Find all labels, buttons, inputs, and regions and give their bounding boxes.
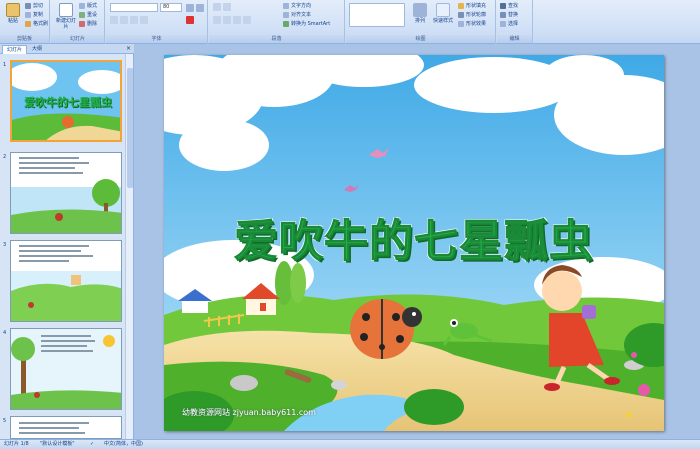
- paste-icon: [6, 3, 20, 17]
- slide-number: 1: [3, 62, 7, 68]
- theme-name: "默认设计模板": [40, 441, 75, 447]
- align-center-icon[interactable]: [223, 16, 231, 24]
- slide-thumbnail-3[interactable]: [10, 240, 122, 322]
- smartart-button[interactable]: 转换为 SmartArt: [283, 20, 330, 29]
- editing-group-label: 编辑: [497, 35, 532, 43]
- slide-thumbnail-1[interactable]: 爱吹牛的七星瓢虫: [10, 60, 122, 142]
- slide-thumbnail-4-image: [11, 329, 121, 409]
- bold-icon[interactable]: [110, 16, 118, 24]
- copy-button[interactable]: 复制: [25, 11, 43, 20]
- find-button[interactable]: 查找: [500, 2, 518, 11]
- slide-editor: 爱吹牛的七星瓢虫 幼教资源网站 zjyuan.baby611.com: [135, 44, 700, 439]
- reset-icon: [79, 11, 85, 18]
- paste-button[interactable]: 粘贴: [2, 2, 24, 34]
- reset-button[interactable]: 重设: [79, 11, 97, 20]
- font-family-dropdown[interactable]: [110, 3, 158, 12]
- slides-group: 新建幻灯片 版式 重设 删除 幻灯片: [51, 0, 105, 44]
- editing-group: 查找 替换 选择 编辑: [497, 0, 533, 44]
- text-direction-button[interactable]: 文字方向: [283, 2, 311, 11]
- font-size-dropdown[interactable]: 80: [160, 3, 182, 12]
- slide-number: 3: [3, 242, 7, 248]
- align-left-icon[interactable]: [213, 16, 221, 24]
- new-slide-button[interactable]: 新建幻灯片: [55, 2, 77, 34]
- font-color-icon[interactable]: [186, 16, 194, 24]
- underline-icon[interactable]: [130, 16, 138, 24]
- format-painter-button[interactable]: 格式刷: [25, 20, 48, 29]
- slide-number: 2: [3, 154, 7, 160]
- font-group: 80 字体: [106, 0, 208, 44]
- slide-thumbnail-4[interactable]: [10, 328, 122, 410]
- status-bar: 幻灯片 1/8 "默认设计模板" ✓ 中文(简体，中国): [0, 439, 700, 449]
- slide-thumbnail-3-image: [11, 241, 121, 321]
- clipboard-group-label: 剪贴板: [0, 35, 49, 43]
- numbering-icon[interactable]: [223, 3, 231, 11]
- scrollbar-thumb[interactable]: [127, 68, 133, 188]
- slide-thumbnail-2[interactable]: [10, 152, 122, 234]
- thumb-title: 爱吹牛的七星瓢虫: [24, 96, 112, 109]
- slide-number: 5: [3, 418, 7, 424]
- ribbon: 粘贴 剪切 复制 格式刷 剪贴板 新建幻灯片 版式 重设 删除 幻灯片 80 字…: [0, 0, 700, 44]
- slides-panel: 幻灯片 大纲 × 1 爱吹牛的七星瓢虫 2 3 4 5: [0, 44, 134, 439]
- slide-number: 4: [3, 330, 7, 336]
- close-icon[interactable]: ×: [126, 45, 131, 52]
- binoculars-icon: [500, 2, 506, 9]
- layout-icon: [79, 2, 85, 9]
- align-right-icon[interactable]: [233, 16, 241, 24]
- watermark-text: 幼教资源网站 zjyuan.baby611.com: [182, 408, 316, 417]
- slide-thumbnail-2-image: [11, 153, 121, 233]
- paragraph-group: 文字方向 对齐文本 转换为 SmartArt 段落: [209, 0, 345, 44]
- new-slide-icon: [59, 3, 73, 17]
- clipboard-group: 粘贴 剪切 复制 格式刷 剪贴板: [0, 0, 50, 44]
- effects-icon: [458, 20, 464, 27]
- replace-button[interactable]: 替换: [500, 11, 518, 20]
- font-group-label: 字体: [106, 35, 207, 43]
- scissors-icon: [25, 2, 31, 9]
- shape-effects-button[interactable]: 形状效果: [458, 20, 486, 29]
- language-indicator[interactable]: 中文(简体，中国): [104, 440, 143, 449]
- drawing-group-label: 绘图: [346, 35, 495, 43]
- fill-icon: [458, 2, 464, 9]
- select-icon: [500, 20, 506, 27]
- strikethrough-icon[interactable]: [140, 16, 148, 24]
- shape-fill-button[interactable]: 形状填充: [458, 2, 486, 11]
- grow-font-icon[interactable]: [186, 4, 194, 12]
- tab-slides[interactable]: 幻灯片: [2, 45, 28, 54]
- delete-icon: [79, 20, 85, 27]
- brush-icon: [25, 20, 31, 27]
- text-direction-icon: [283, 2, 289, 9]
- arrange-button[interactable]: 排列: [409, 2, 431, 34]
- slide-thumbnail-5[interactable]: [10, 416, 122, 439]
- spellcheck-icon[interactable]: ✓: [90, 440, 94, 449]
- drawing-group: 排列 快速样式 形状填充 形状轮廓 形状效果 绘图: [346, 0, 496, 44]
- slide-counter: 幻灯片 1/8: [4, 441, 29, 447]
- shrink-font-icon[interactable]: [196, 4, 204, 12]
- italic-icon[interactable]: [120, 16, 128, 24]
- panel-tabs: 幻灯片 大纲 ×: [0, 44, 134, 54]
- select-button[interactable]: 选择: [500, 20, 518, 29]
- slide-title[interactable]: 爱吹牛的七星瓢虫: [164, 205, 664, 269]
- panel-scrollbar[interactable]: [125, 54, 133, 439]
- align-text-button[interactable]: 对齐文本: [283, 11, 311, 20]
- current-slide[interactable]: 爱吹牛的七星瓢虫 幼教资源网站 zjyuan.baby611.com: [164, 55, 664, 431]
- slides-group-label: 幻灯片: [51, 35, 104, 43]
- shape-outline-button[interactable]: 形状轮廓: [458, 11, 486, 20]
- outline-icon: [458, 11, 464, 18]
- shapes-gallery-icon[interactable]: [349, 3, 405, 27]
- delete-slide-button[interactable]: 删除: [79, 20, 97, 29]
- layout-button[interactable]: 版式: [79, 2, 97, 11]
- tab-outline[interactable]: 大纲: [28, 45, 46, 54]
- justify-icon[interactable]: [243, 16, 251, 24]
- smartart-icon: [283, 20, 289, 27]
- quick-styles-button[interactable]: 快速样式: [430, 2, 456, 34]
- paragraph-group-label: 段落: [209, 35, 344, 43]
- bullets-icon[interactable]: [213, 3, 221, 11]
- arrange-icon: [413, 3, 427, 17]
- cut-button[interactable]: 剪切: [25, 2, 43, 11]
- replace-icon: [500, 11, 506, 18]
- align-text-icon: [283, 11, 289, 18]
- copy-icon: [25, 11, 31, 18]
- quick-styles-icon: [436, 3, 450, 17]
- slide-thumbnail-5-image: [11, 417, 121, 438]
